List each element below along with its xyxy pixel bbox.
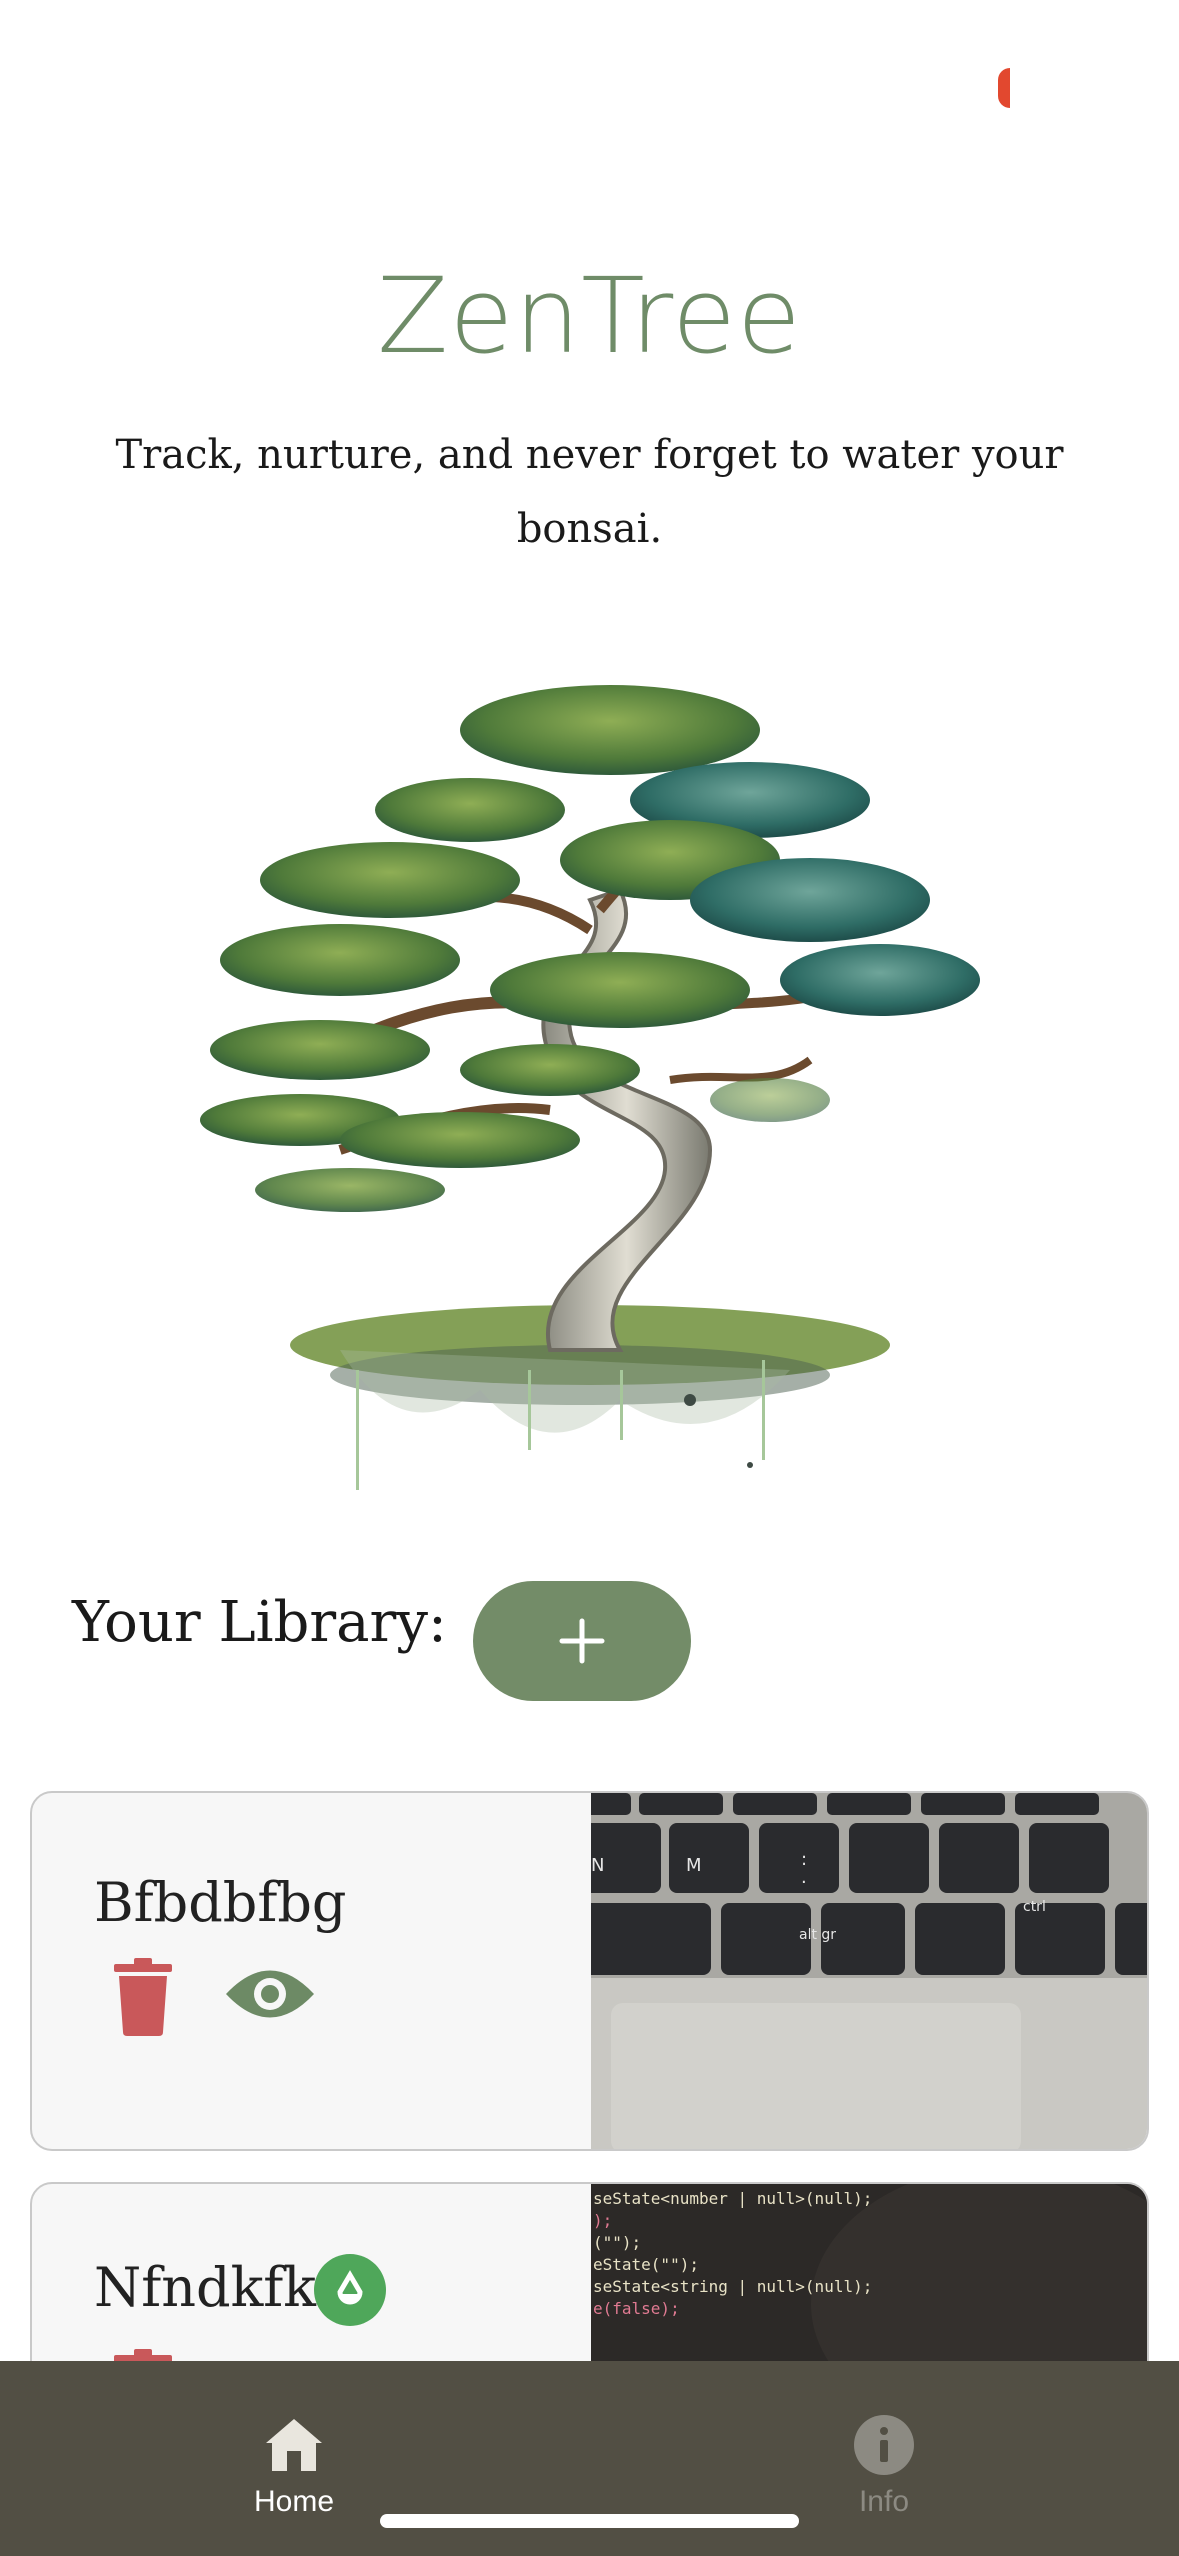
- trash-icon[interactable]: [114, 1958, 172, 2036]
- tab-info[interactable]: Info: [784, 2413, 984, 2519]
- tab-info-label: Info: [858, 2485, 910, 2518]
- app-tagline: Track, nurture, and never forget to wate…: [115, 432, 1064, 552]
- svg-text:eState("");: eState("");: [593, 2255, 699, 2274]
- bonsai-photo: M N : . alt gr ctrl: [591, 1793, 1147, 2149]
- svg-text:e(false);: e(false);: [593, 2299, 680, 2318]
- home-indicator[interactable]: [380, 2514, 799, 2528]
- add-bonsai-button[interactable]: [473, 1581, 691, 1701]
- tab-home[interactable]: Home: [194, 2413, 394, 2519]
- recording-indicator: [998, 68, 1010, 108]
- library-label: Your Library:: [72, 1590, 447, 1655]
- svg-text:.: .: [801, 1867, 807, 1888]
- svg-text:M: M: [686, 1855, 702, 1876]
- bonsai-name: Nfndkfk: [94, 2256, 317, 2319]
- svg-text:);: );: [593, 2211, 612, 2230]
- bonsai-illustration: [200, 685, 980, 1490]
- laptop-keyboard-photo: M N : . alt gr ctrl: [591, 1793, 1147, 2149]
- info-icon: [854, 2415, 914, 2475]
- svg-text:seState<string | null>(null);: seState<string | null>(null);: [593, 2277, 872, 2296]
- svg-text:("");: ("");: [593, 2233, 641, 2252]
- water-needed-icon: [314, 2254, 386, 2326]
- home-icon: [266, 2419, 322, 2471]
- svg-text:N: N: [591, 1855, 604, 1876]
- plus-icon: [559, 1618, 605, 1664]
- bonsai-name: Bfbdbfbg: [94, 1871, 347, 1934]
- svg-text:ctrl: ctrl: [1023, 1899, 1046, 1915]
- app-title: ZenTree: [377, 255, 802, 377]
- svg-text:alt gr: alt gr: [799, 1927, 836, 1943]
- svg-text:seState<number | null>(null);: seState<number | null>(null);: [593, 2189, 872, 2208]
- tab-home-label: Home: [253, 2485, 335, 2518]
- library-card[interactable]: Bfbdbfbg M N: . alt gr ctrl: [30, 1791, 1149, 2151]
- eye-icon[interactable]: [224, 1963, 316, 2025]
